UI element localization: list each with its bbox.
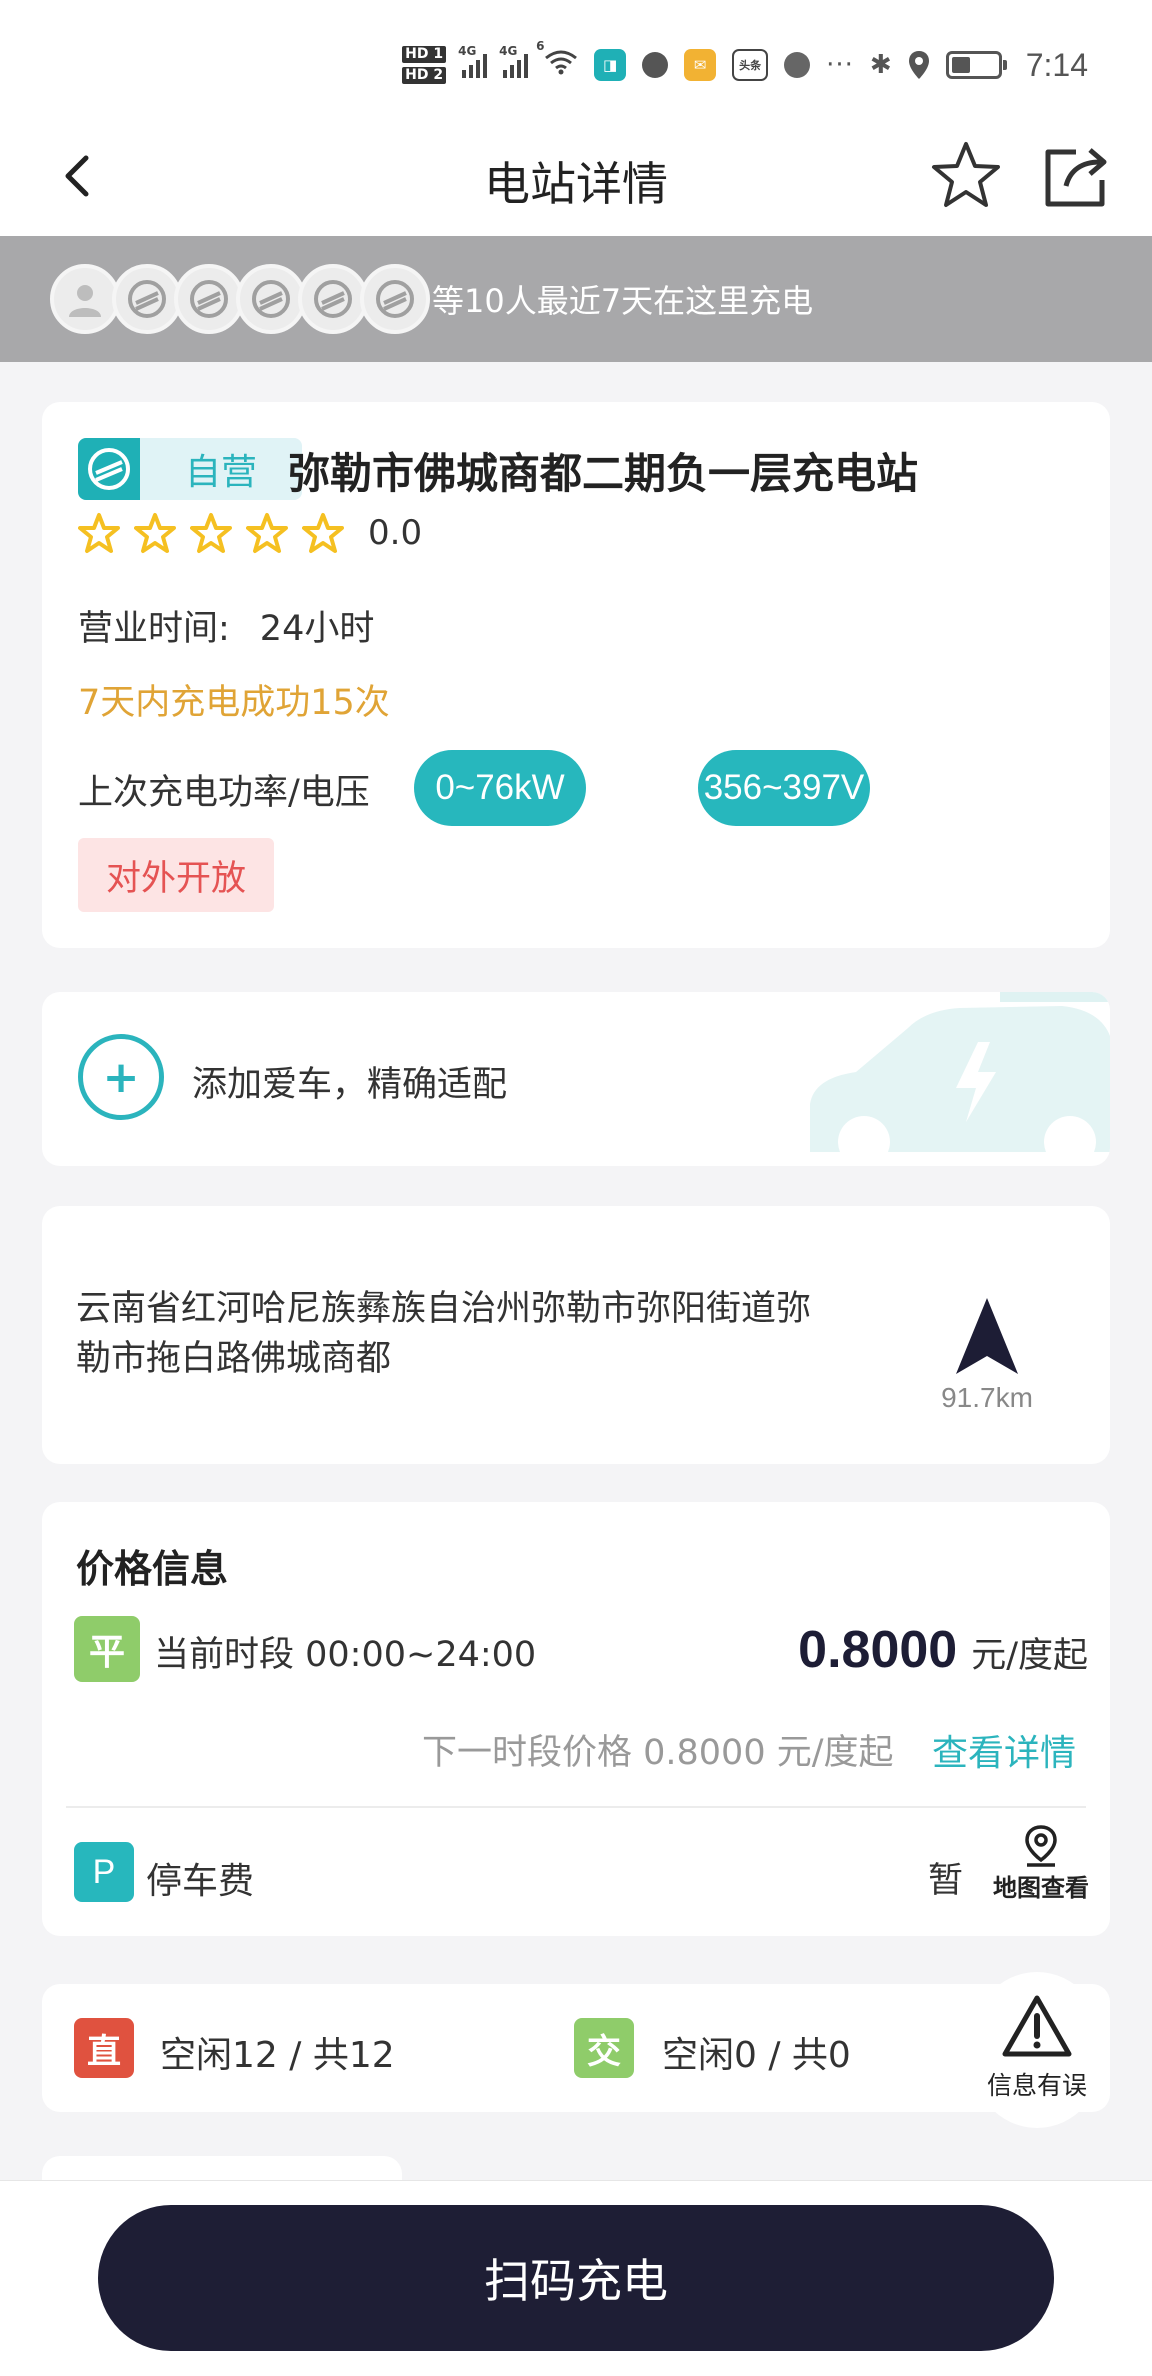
- price-unit: 元/度起: [971, 1636, 1088, 1676]
- wifi-icon: 6: [536, 39, 578, 81]
- navigation-bar: 电站详情: [0, 118, 1152, 236]
- signal-1-icon: 4G: [458, 44, 488, 78]
- clock-time: 7:14: [1025, 46, 1088, 83]
- success-count-text: 7天内充电成功15次: [78, 683, 390, 723]
- shield-notification-icon: [642, 52, 669, 78]
- star-icon: [190, 513, 232, 553]
- public-access-tag: 对外开放: [78, 838, 274, 912]
- next-period-price: 下一时段价格 0.8000 元/度起: [422, 1733, 894, 1773]
- mail-notification-icon: ✉: [684, 49, 717, 81]
- app-notification-icon: ◨: [594, 49, 627, 81]
- dc-availability[interactable]: 空闲12 / 共12: [160, 2026, 395, 2078]
- parking-fee-value: 暂: [928, 1861, 964, 1901]
- wifi-tag-label: 6: [536, 39, 545, 53]
- address-card: 云南省红河哈尼族彝族自治州弥勒市弥阳街道弥 勒市拖白路佛城商都 91.7km: [42, 1206, 1110, 1464]
- avatar: [236, 264, 306, 334]
- status-icons: HD 1 HD 2 4G 4G 6 ◨ ✉ 头条 ··· ✱ 7:14: [402, 39, 1088, 90]
- dc-charger-badge: 直: [74, 2018, 134, 2078]
- report-error-label[interactable]: 信息有误: [968, 2066, 1106, 2102]
- electric-car-illustration-icon: [810, 992, 1110, 1166]
- current-period: 当前时段 00:00~24:00: [154, 1635, 537, 1675]
- star-icon: [78, 513, 120, 553]
- hd2-label: HD 2: [402, 67, 447, 84]
- network-1-label: 4G: [458, 44, 477, 58]
- bluetooth-icon: ✱: [869, 50, 892, 80]
- recent-chargers-banner: 等10人最近7天在这里充电: [0, 236, 1152, 362]
- distance-text: 91.7km: [941, 1382, 1033, 1413]
- price-section-title: 价格信息: [76, 1547, 229, 1591]
- parking-badge: P: [74, 1842, 134, 1902]
- station-name: 弥勒市佛城商都二期负一层充电站: [288, 449, 919, 498]
- current-price: 0.8000 元/度起: [798, 1620, 1088, 1680]
- battery-icon: [945, 51, 1007, 79]
- hd1-label: HD 1: [402, 46, 447, 63]
- status-bar: HD 1 HD 2 4G 4G 6 ◨ ✉ 头条 ··· ✱ 7:14: [0, 0, 1152, 118]
- network-2-label: 4G: [499, 44, 518, 58]
- ac-charger-badge: 交: [574, 2018, 634, 2078]
- connectors-card: 直 空闲12 / 共12 交 空闲0 / 共0: [42, 1984, 1110, 2112]
- avatar: [298, 264, 368, 334]
- divider: [66, 1806, 1086, 1808]
- hours-label: 营业时间:: [78, 609, 230, 649]
- flat-rate-badge: 平: [74, 1616, 140, 1682]
- parking-fee-label: 停车费: [146, 1861, 255, 1902]
- voltage-range-pill: 356~397V: [698, 750, 870, 826]
- business-hours: 营业时间: 24小时: [78, 600, 374, 651]
- browser-notification-icon: [784, 52, 811, 78]
- location-icon: [908, 51, 929, 79]
- share-icon[interactable]: [1040, 140, 1114, 214]
- map-view-label[interactable]: 地图查看: [986, 1868, 1096, 1903]
- warning-triangle-icon: [1002, 1995, 1072, 2057]
- signal-2-icon: 4G: [499, 44, 529, 78]
- avatar: [174, 264, 244, 334]
- price-amount: 0.8000: [798, 1621, 958, 1679]
- price-info-card: 价格信息 平 当前时段 00:00~24:00 0.8000 元/度起 下一时段…: [42, 1502, 1110, 1936]
- add-circle-icon[interactable]: +: [78, 1034, 164, 1120]
- power-range-pill: 0~76kW: [414, 750, 586, 826]
- address-line-1: 云南省红河哈尼族彝族自治州弥勒市弥阳街道弥: [76, 1289, 812, 1329]
- hours-value: 24小时: [259, 609, 375, 649]
- bottom-action-bar: 扫码充电: [0, 2180, 1152, 2376]
- avatar: [360, 264, 430, 334]
- recent-chargers-text: 等10人最近7天在这里充电: [432, 282, 814, 320]
- map-pin-icon: [1025, 1825, 1057, 1867]
- rating-stars: 0.0: [78, 512, 422, 554]
- avatar: [50, 264, 120, 334]
- map-view-button[interactable]: 地图查看: [986, 1824, 1096, 1903]
- star-icon: [246, 513, 288, 553]
- rating-value: 0.0: [368, 513, 423, 553]
- toutiao-notification-icon: 头条: [732, 49, 769, 81]
- station-address: 云南省红河哈尼族彝族自治州弥勒市弥阳街道弥 勒市拖白路佛城商都: [76, 1284, 876, 1384]
- scan-to-charge-button[interactable]: 扫码充电: [98, 2205, 1054, 2351]
- station-info-card: 自营 弥勒市佛城商都二期负一层充电站 0.0 营业时间: 24小时 7天内充电成功…: [42, 402, 1110, 948]
- favorite-star-icon[interactable]: [928, 138, 1004, 214]
- ac-availability[interactable]: 空闲0 / 共0: [662, 2026, 851, 2078]
- star-icon: [302, 513, 344, 553]
- navigate-arrow-icon[interactable]: [952, 1294, 1022, 1378]
- view-details-link[interactable]: 查看详情: [932, 1724, 1076, 1776]
- add-car-text[interactable]: 添加爱车，精确适配: [192, 1056, 507, 1107]
- report-error-button[interactable]: 信息有误: [968, 1972, 1106, 2128]
- self-operated-tag: 自营: [140, 438, 302, 500]
- power-voltage-label: 上次充电功率/电压: [78, 773, 370, 813]
- avatar: [112, 264, 182, 334]
- hd-indicator: HD 1 HD 2: [402, 46, 447, 84]
- star-icon: [134, 513, 176, 553]
- operator-logo-icon: [78, 438, 140, 500]
- more-notifications-icon: ···: [826, 50, 854, 80]
- address-line-2: 勒市拖白路佛城商都: [76, 1339, 392, 1379]
- add-car-card[interactable]: + 添加爱车，精确适配: [42, 992, 1110, 1166]
